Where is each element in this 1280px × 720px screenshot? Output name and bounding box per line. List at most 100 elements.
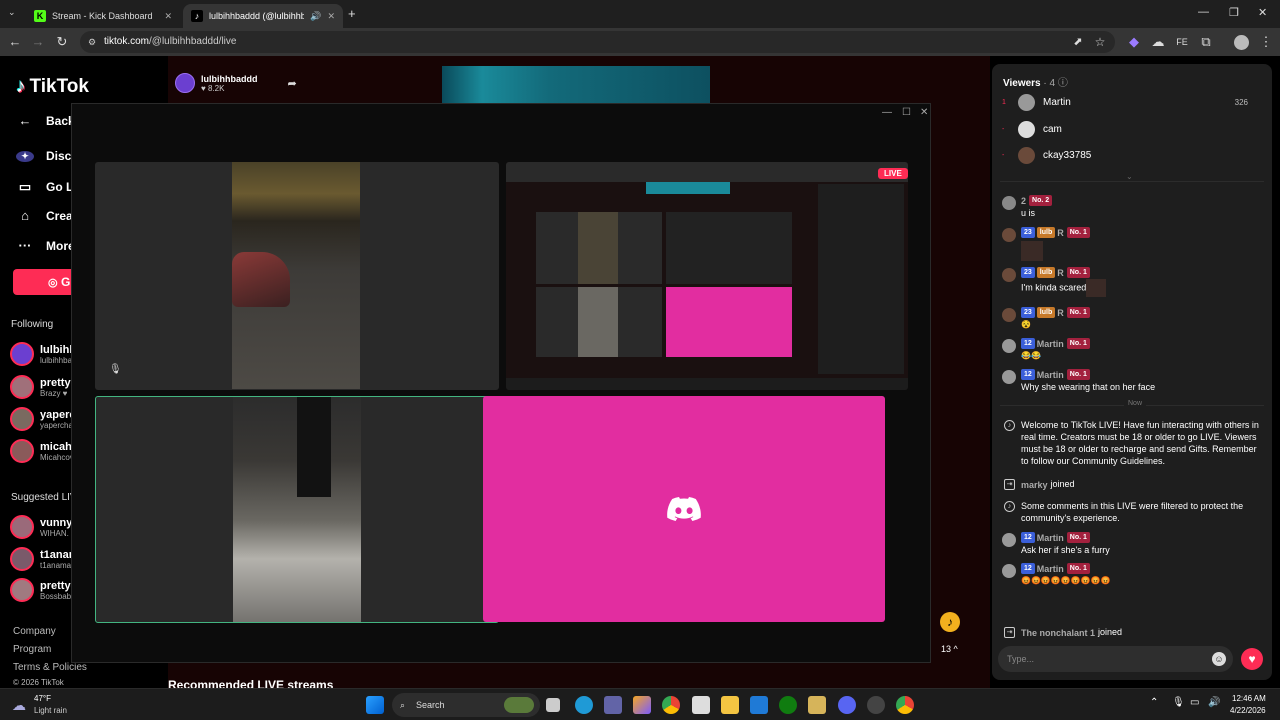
join-message: ⇥ The nonchalant 1 joined [1002,626,1264,639]
extensions-puzzle-icon[interactable]: ⧉ [1198,34,1214,50]
rank-badge: No. 1 [1066,227,1090,239]
viewer-row[interactable]: - cam [1002,121,1062,138]
menu-kebab-icon[interactable]: ⋮ [1258,34,1274,50]
rank-badge: No. 1 [1066,563,1090,575]
bookmark-star-icon[interactable]: ☆ [1092,34,1108,50]
close-icon[interactable]: ✕ [327,11,335,22]
open-in-icon[interactable]: ⬈ [1070,34,1086,50]
discord-avatar-tile[interactable] [483,396,885,622]
suggested-account[interactable]: vunnyp WIHAN. [10,515,79,539]
edge-icon[interactable] [575,696,593,714]
tray-chevron-icon[interactable]: ⌃ [1150,697,1158,708]
user-name: Martin [1036,369,1064,380]
profile-avatar[interactable] [1234,35,1249,50]
video-tile-hallway[interactable] [95,396,499,623]
clock-date[interactable]: 4/22/2026 [1230,706,1266,715]
screen-share-tile[interactable] [506,162,908,390]
xbox-icon[interactable] [779,696,797,714]
video-tile-street[interactable]: 🎙 [95,162,499,390]
back-icon[interactable]: ← [7,34,23,50]
message-text: Welcome to TikTok LIVE! Have fun interac… [1021,420,1259,466]
discord-icon[interactable] [838,696,856,714]
vscode-icon[interactable] [750,696,768,714]
viewer-row[interactable]: - ckay33785 [1002,147,1091,164]
file-explorer-icon[interactable] [721,696,739,714]
nav-discover[interactable]: ✦ Disco [16,149,79,163]
footer-program[interactable]: Program [13,644,51,655]
close-icon[interactable]: ✕ [164,11,172,22]
weather-temp[interactable]: 47°F [34,694,51,703]
go-live-button[interactable]: ◎ G [13,269,75,295]
site-info-icon[interactable]: ⚙ [88,31,96,53]
audio-icon[interactable]: 🔊 [310,11,321,22]
chat-message: 12 Martin No. 1 Why she wearing that on he… [1002,368,1264,393]
new-tab-icon[interactable]: + [348,6,356,21]
host-info[interactable]: lulbihhbaddd ♥ 8.2K ➦ [175,73,297,93]
avatar [1002,370,1016,384]
nav-more[interactable]: ··· More [16,238,75,253]
chat-input[interactable]: Type... ☺ [998,646,1233,672]
extension-2-icon[interactable]: ☁ [1150,34,1166,50]
maximize-icon[interactable]: ☐ [902,107,911,118]
viewers-label: Viewers [1003,78,1041,89]
close-icon[interactable]: ✕ [920,107,928,118]
chrome-active-icon[interactable] [896,696,914,714]
tab-kick-dashboard[interactable]: K Stream - Kick Dashboard ✕ [26,4,180,28]
sticker-image [1086,278,1107,297]
viewer-rank: 1 [1002,99,1006,106]
maximize-icon[interactable]: ❐ [1229,6,1239,19]
help-icon[interactable]: ⓘ [1058,78,1068,89]
level-badge: 12 [1021,563,1035,575]
user-name: Martin [1036,532,1064,543]
following-account[interactable]: prettyl Brazy ♥ [10,375,74,399]
windows-start-icon[interactable] [366,696,384,714]
obs-icon[interactable] [867,696,885,714]
extension-3-icon[interactable]: FE [1174,34,1190,50]
teams-icon[interactable] [604,696,622,714]
viewer-row[interactable]: 1 Martin 326 [1002,94,1264,111]
forward-icon[interactable]: → [30,34,46,50]
task-view-icon[interactable] [546,698,560,712]
volume-icon[interactable]: 🔊 [1208,697,1220,708]
now-label: Now [1124,400,1147,407]
live-badge: LIVE [878,168,908,179]
level-badge: 23 [1021,307,1035,319]
chevron-down-icon[interactable]: ⌄ [1126,172,1133,181]
emoji-icon[interactable]: ☺ [1212,652,1226,666]
suggested-account[interactable]: prettyc Bossbab [10,578,77,602]
parked-car [232,252,290,307]
mic-icon[interactable]: 🎙 [1172,697,1185,708]
weather-desc[interactable]: Light rain [34,706,67,715]
minimize-icon[interactable]: — [882,107,892,118]
store-icon[interactable] [692,696,710,714]
app-icon[interactable] [808,696,826,714]
minimize-icon[interactable]: — [1198,6,1209,18]
copilot-icon[interactable] [633,696,651,714]
following-account[interactable]: lulbihh lulbihhba [10,342,76,366]
tab-search-icon[interactable]: ⌄ [8,7,16,18]
tiktok-logo[interactable]: ♪ TikTok [16,76,89,98]
tab-tiktok-live[interactable]: ♪ lulbihhbaddd (@lulbihhbaddd) 🔊 ✕ [183,4,343,28]
nav-back[interactable]: ← Back [16,113,75,128]
network-icon[interactable]: ▭ [1190,697,1199,708]
reload-icon[interactable]: ↻ [54,34,70,50]
taskbar-search[interactable]: ⌕ Search [392,693,540,717]
url-field[interactable]: ⚙ tiktok.com/@lulbihhbaddd/live [80,31,1115,53]
tab-title: Stream - Kick Dashboard [52,11,153,21]
weather-icon[interactable]: ☁ [12,697,26,714]
user-name: The nonchalant 1 [1021,627,1096,638]
level-badge: 23 [1021,267,1035,279]
clock-time[interactable]: 12:46 AM [1232,694,1266,703]
coin-icon[interactable]: ♪ [940,612,960,632]
window-close-icon[interactable]: ✕ [1258,6,1267,19]
heart-gift-icon[interactable]: ♥ [1241,648,1263,670]
viewer-name: Martin [1043,97,1071,108]
following-account[interactable]: micahc Micahcov [10,439,78,463]
suggested-account[interactable]: t1anan t1anama [10,547,75,571]
footer-terms[interactable]: Terms & Policies [13,662,87,673]
footer-company[interactable]: Company [13,626,56,637]
following-account[interactable]: yaperc yapercha [10,407,75,431]
extension-1-icon[interactable]: ◆ [1126,34,1142,50]
share-icon[interactable]: ➦ [288,77,297,90]
chrome-icon[interactable] [662,696,680,714]
